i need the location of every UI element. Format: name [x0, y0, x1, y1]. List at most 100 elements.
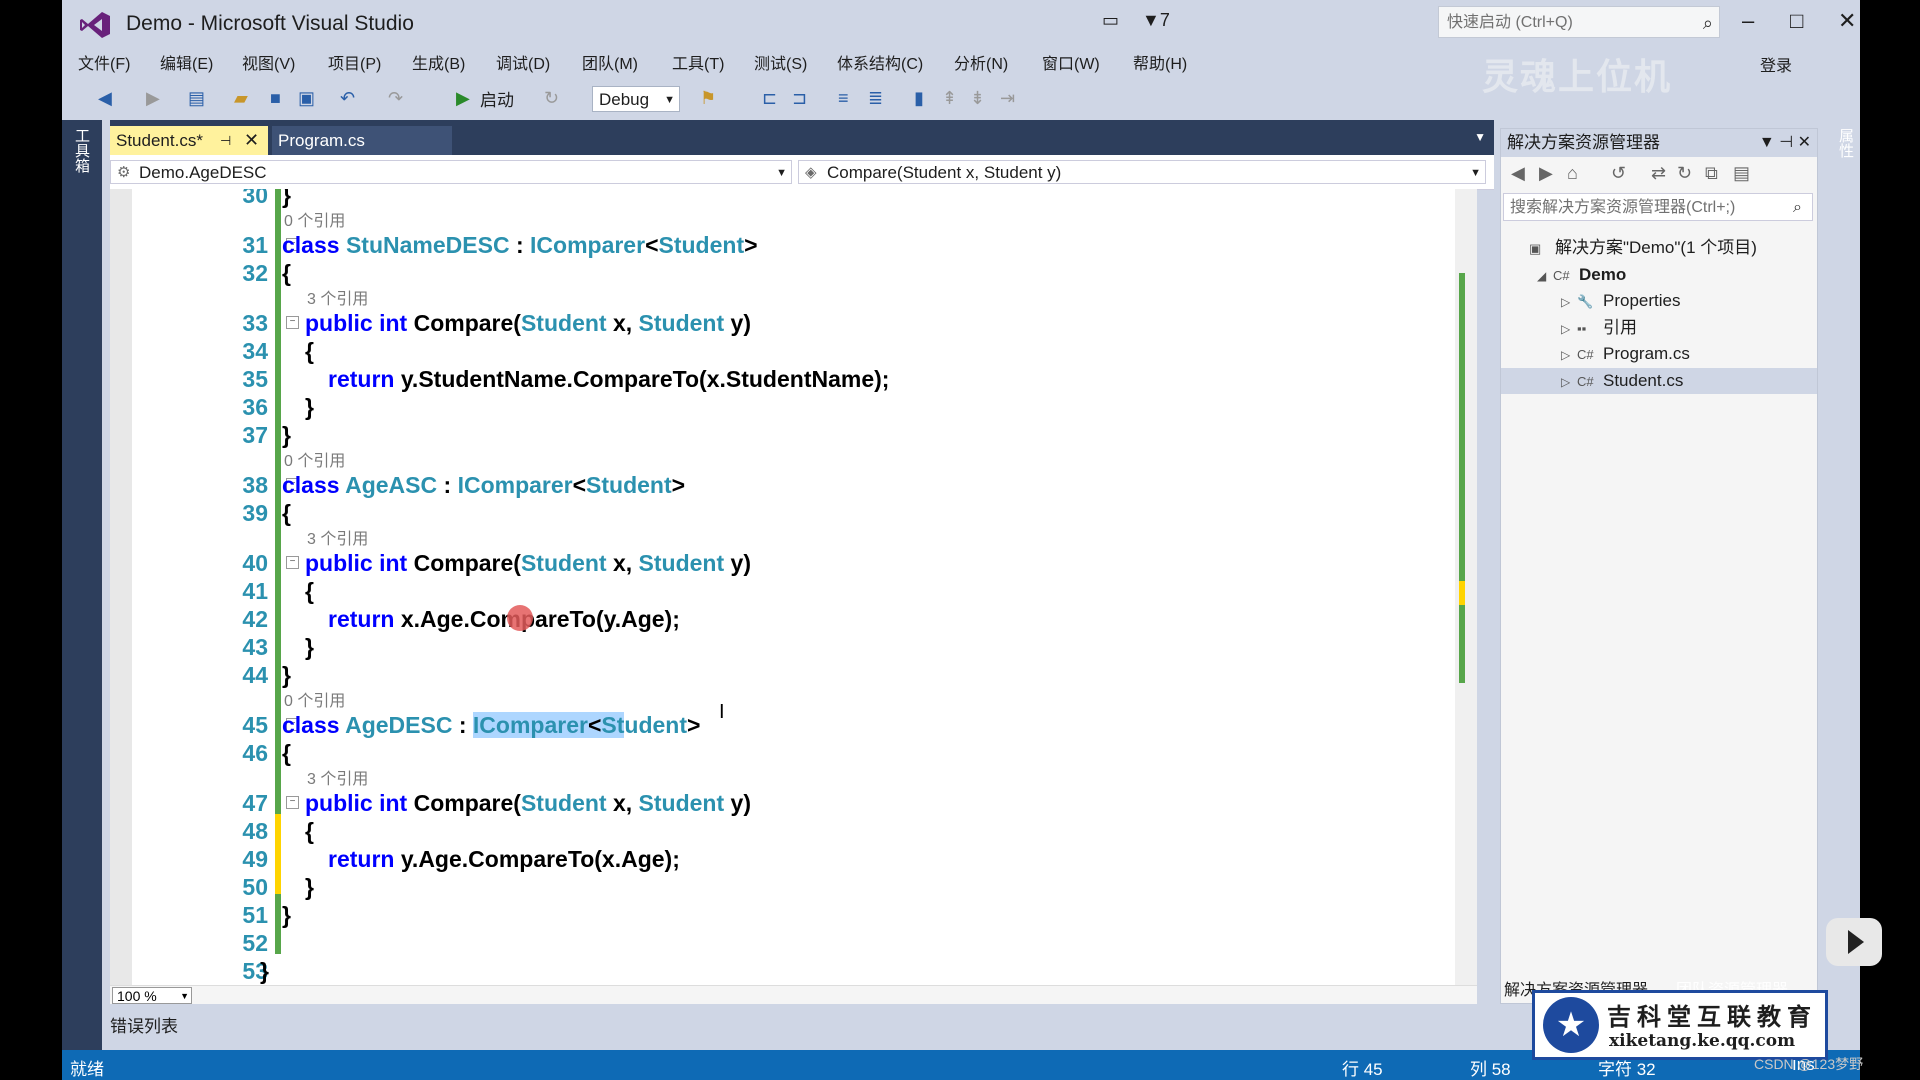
search-icon: ⌕	[1702, 13, 1713, 33]
login-link[interactable]: 登录	[1760, 52, 1792, 76]
bookmark-icon[interactable]: ▮	[914, 88, 924, 109]
tree-item[interactable]: ▷ C# Program.cs	[1561, 341, 1690, 367]
quick-launch-input[interactable]: 快速启动 (Ctrl+Q) ⌕	[1438, 6, 1720, 38]
expand-toggle-icon[interactable]: ▷	[1561, 289, 1577, 315]
menu-view[interactable]: 视图(V)	[242, 50, 295, 74]
menu-project[interactable]: 项目(P)	[328, 50, 381, 74]
next-bookmark-icon[interactable]: ⇟	[970, 88, 985, 109]
reference-count-lens[interactable]: 0 个引用	[284, 211, 345, 233]
reference-count-lens[interactable]: 3 个引用	[307, 529, 368, 551]
menu-architecture[interactable]: 体系结构(C)	[837, 50, 923, 74]
back-icon[interactable]: ◀	[1511, 163, 1525, 184]
pin-icon[interactable]: ⊣	[1779, 134, 1793, 151]
tree-item[interactable]: ◢ C# Demo	[1537, 262, 1626, 288]
reference-count-lens[interactable]: 0 个引用	[284, 451, 345, 473]
new-project-icon[interactable]: ▤	[188, 88, 205, 109]
collapse-outline-icon[interactable]: −	[286, 796, 299, 809]
tree-item[interactable]: ▷ C# Student.cs	[1501, 367, 1817, 395]
step-into-icon[interactable]: ⊏	[762, 88, 777, 109]
tree-item[interactable]: ▣ 解决方案"Demo"(1 个项目)	[1513, 235, 1757, 261]
solution-configuration-select[interactable]: Debug ▼	[592, 86, 680, 112]
error-list-tab[interactable]: 错误列表	[110, 1012, 178, 1037]
line-number: 43	[242, 634, 268, 660]
menu-debug[interactable]: 调试(D)	[496, 50, 550, 74]
close-button[interactable]: ✕	[1838, 8, 1856, 34]
undo-icon[interactable]: ↶	[340, 88, 355, 109]
menu-window[interactable]: 窗口(W)	[1042, 50, 1100, 74]
close-icon[interactable]: ✕	[1798, 134, 1811, 151]
reference-count-lens[interactable]: 3 个引用	[307, 289, 368, 311]
line-number: 33	[242, 310, 268, 336]
forward-icon[interactable]: ▶	[1539, 163, 1553, 184]
forward-icon[interactable]: ▶	[146, 88, 160, 109]
line-number: 40	[242, 550, 268, 576]
tab-overflow-dropdown-icon[interactable]: ▼	[1474, 130, 1486, 144]
line-number: 38	[242, 472, 268, 498]
code-token: <	[587, 712, 602, 738]
start-debugging-icon[interactable]: ▶	[456, 88, 470, 109]
references-icon: ▪▪	[1577, 320, 1587, 336]
expand-toggle-icon[interactable]: ▷	[1561, 316, 1577, 342]
play-icon[interactable]	[1826, 918, 1882, 966]
history-icon[interactable]: ↺	[1611, 163, 1626, 184]
back-icon[interactable]: ◀	[98, 88, 112, 109]
member-selector[interactable]: ◈ Compare(Student x, Student y) ▼	[798, 160, 1486, 184]
code-token: AgeDESC	[345, 712, 453, 738]
expand-toggle-icon[interactable]: ▷	[1561, 369, 1577, 395]
notifications-flag-icon[interactable]: ▼7	[1142, 10, 1170, 31]
menu-file[interactable]: 文件(F)	[78, 50, 130, 74]
collapse-all-icon[interactable]: ⧉	[1705, 163, 1718, 184]
expand-toggle-icon[interactable]: ▷	[1561, 342, 1577, 368]
comment-icon[interactable]: ≡	[838, 88, 849, 109]
reference-count-lens[interactable]: 0 个引用	[284, 691, 345, 713]
home-icon[interactable]: ⌂	[1567, 163, 1578, 184]
save-all-icon[interactable]: ▣	[298, 88, 315, 109]
tab-label: Student.cs*	[116, 131, 203, 150]
minimize-button[interactable]: –	[1742, 8, 1754, 34]
menu-help[interactable]: 帮助(H)	[1133, 50, 1187, 74]
refresh-icon[interactable]: ↻	[1677, 163, 1692, 184]
chevron-down-icon[interactable]: ▼	[1759, 134, 1775, 151]
uncomment-icon[interactable]: ≣	[868, 88, 883, 109]
expand-toggle-icon[interactable]: ◢	[1537, 263, 1553, 289]
redo-icon[interactable]: ↷	[388, 88, 403, 109]
reference-count-lens[interactable]: 3 个引用	[307, 769, 368, 791]
sync-icon[interactable]: ⇄	[1651, 163, 1666, 184]
step-over-icon[interactable]: ⊐	[792, 88, 807, 109]
line-number: 30	[242, 189, 268, 208]
menu-analyze[interactable]: 分析(N)	[954, 50, 1008, 74]
close-tab-icon[interactable]: ✕	[244, 126, 259, 155]
tab-student-cs[interactable]: Student.cs* ⊣ ✕	[110, 126, 268, 155]
code-editor[interactable]: 30} 0 个引用 31− class StuNameDESC : IComparer…	[110, 189, 1455, 985]
open-file-icon[interactable]: ▰	[234, 88, 248, 109]
feedback-icon[interactable]: ▭	[1102, 10, 1119, 31]
collapse-outline-icon[interactable]: −	[286, 556, 299, 569]
menu-team[interactable]: 团队(M)	[582, 50, 638, 74]
code-text: }	[260, 958, 269, 984]
pin-icon[interactable]: ⊣	[220, 126, 231, 155]
vertical-scrollbar[interactable]	[1455, 189, 1477, 985]
properties-tab[interactable]: 属性	[1837, 128, 1856, 158]
zoom-select[interactable]: 100 % ▼	[112, 987, 192, 1004]
type-selector[interactable]: ⚙ Demo.AgeDESC ▼	[110, 160, 792, 184]
show-all-files-icon[interactable]: ▤	[1733, 163, 1750, 184]
prev-bookmark-icon[interactable]: ⇞	[942, 88, 957, 109]
menu-tools[interactable]: 工具(T)	[672, 50, 724, 74]
line-number: 46	[242, 740, 268, 766]
toolbox-tab[interactable]: 工具箱	[73, 128, 92, 173]
restart-icon[interactable]: ↻	[544, 88, 559, 109]
menu-build[interactable]: 生成(B)	[412, 50, 465, 74]
solution-search-input[interactable]: 搜索解决方案资源管理器(Ctrl+;) ⌕	[1503, 193, 1813, 221]
maximize-button[interactable]: □	[1790, 8, 1803, 34]
tree-item[interactable]: ▷ 🔧 Properties	[1561, 288, 1680, 314]
start-label[interactable]: 启动	[480, 86, 514, 111]
tab-program-cs[interactable]: Program.cs	[272, 126, 452, 155]
collapse-outline-icon[interactable]: −	[286, 316, 299, 329]
clear-bookmarks-icon[interactable]: ⇥	[1000, 88, 1015, 109]
save-icon[interactable]: ■	[270, 88, 281, 109]
code-line: 42 return x.Age.CompareTo(y.Age);	[110, 605, 1455, 633]
find-in-files-icon[interactable]: ⚑	[700, 88, 716, 109]
tree-item[interactable]: ▷ ▪▪ 引用	[1561, 315, 1637, 341]
menu-edit[interactable]: 编辑(E)	[160, 50, 213, 74]
menu-test[interactable]: 测试(S)	[754, 50, 807, 74]
